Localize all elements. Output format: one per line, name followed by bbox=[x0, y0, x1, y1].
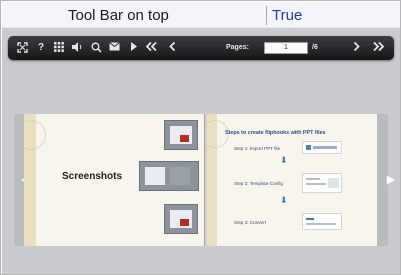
settings-panel: Tool Bar on top True ? Pages: 1 /6 Scree… bbox=[0, 0, 401, 275]
left-page-title: Screenshots bbox=[62, 171, 123, 182]
screenshot-thumbnail-2 bbox=[139, 161, 199, 191]
page-number-input[interactable]: 1 bbox=[264, 42, 308, 54]
pages-label: Pages: bbox=[226, 44, 249, 51]
next-page-icon[interactable] bbox=[348, 36, 364, 60]
step-3-label: Step 3: Convert bbox=[234, 220, 266, 225]
step-2-label: Step 2: Template Config bbox=[234, 181, 283, 186]
first-page-icon[interactable] bbox=[143, 36, 159, 60]
screenshot-thumbnail-1 bbox=[164, 120, 198, 150]
zoom-icon[interactable] bbox=[88, 36, 104, 60]
down-arrow-icon: ⬇ bbox=[280, 195, 288, 205]
step-1-image bbox=[302, 141, 342, 154]
book-left-page[interactable]: Screenshots bbox=[24, 114, 205, 246]
step-3-image bbox=[302, 213, 342, 230]
last-page-icon[interactable] bbox=[370, 36, 386, 60]
email-icon[interactable] bbox=[106, 36, 122, 60]
fit-screen-icon[interactable] bbox=[14, 36, 30, 60]
book-right-page[interactable]: Steps to create flipbooks with PPT files… bbox=[207, 114, 377, 246]
right-page-title: Steps to create flipbooks with PPT files bbox=[225, 130, 326, 136]
property-row-toolbar-on-top[interactable]: Tool Bar on top True bbox=[2, 2, 400, 28]
property-name: Tool Bar on top bbox=[68, 7, 169, 24]
sound-icon[interactable] bbox=[69, 36, 85, 60]
thumbnails-icon[interactable] bbox=[51, 36, 67, 60]
help-icon[interactable]: ? bbox=[33, 36, 49, 60]
down-arrow-icon: ⬇ bbox=[280, 155, 288, 165]
step-1-label: Step 1: Import PPT file bbox=[234, 146, 281, 151]
circle-decoration bbox=[24, 120, 46, 150]
flipbook-toolbar: ? Pages: 1 /6 bbox=[8, 36, 394, 60]
property-value[interactable]: True bbox=[272, 7, 302, 24]
play-icon[interactable] bbox=[126, 36, 142, 60]
column-divider bbox=[266, 6, 267, 25]
flip-right-arrow-icon[interactable]: ▶ bbox=[383, 172, 399, 188]
total-pages: /6 bbox=[312, 44, 318, 51]
step-2-image bbox=[302, 173, 342, 193]
screenshot-thumbnail-3 bbox=[164, 204, 198, 234]
previous-page-icon[interactable] bbox=[164, 36, 180, 60]
flipbook-preview: ? Pages: 1 /6 Screenshots Steps to creat… bbox=[2, 28, 400, 274]
